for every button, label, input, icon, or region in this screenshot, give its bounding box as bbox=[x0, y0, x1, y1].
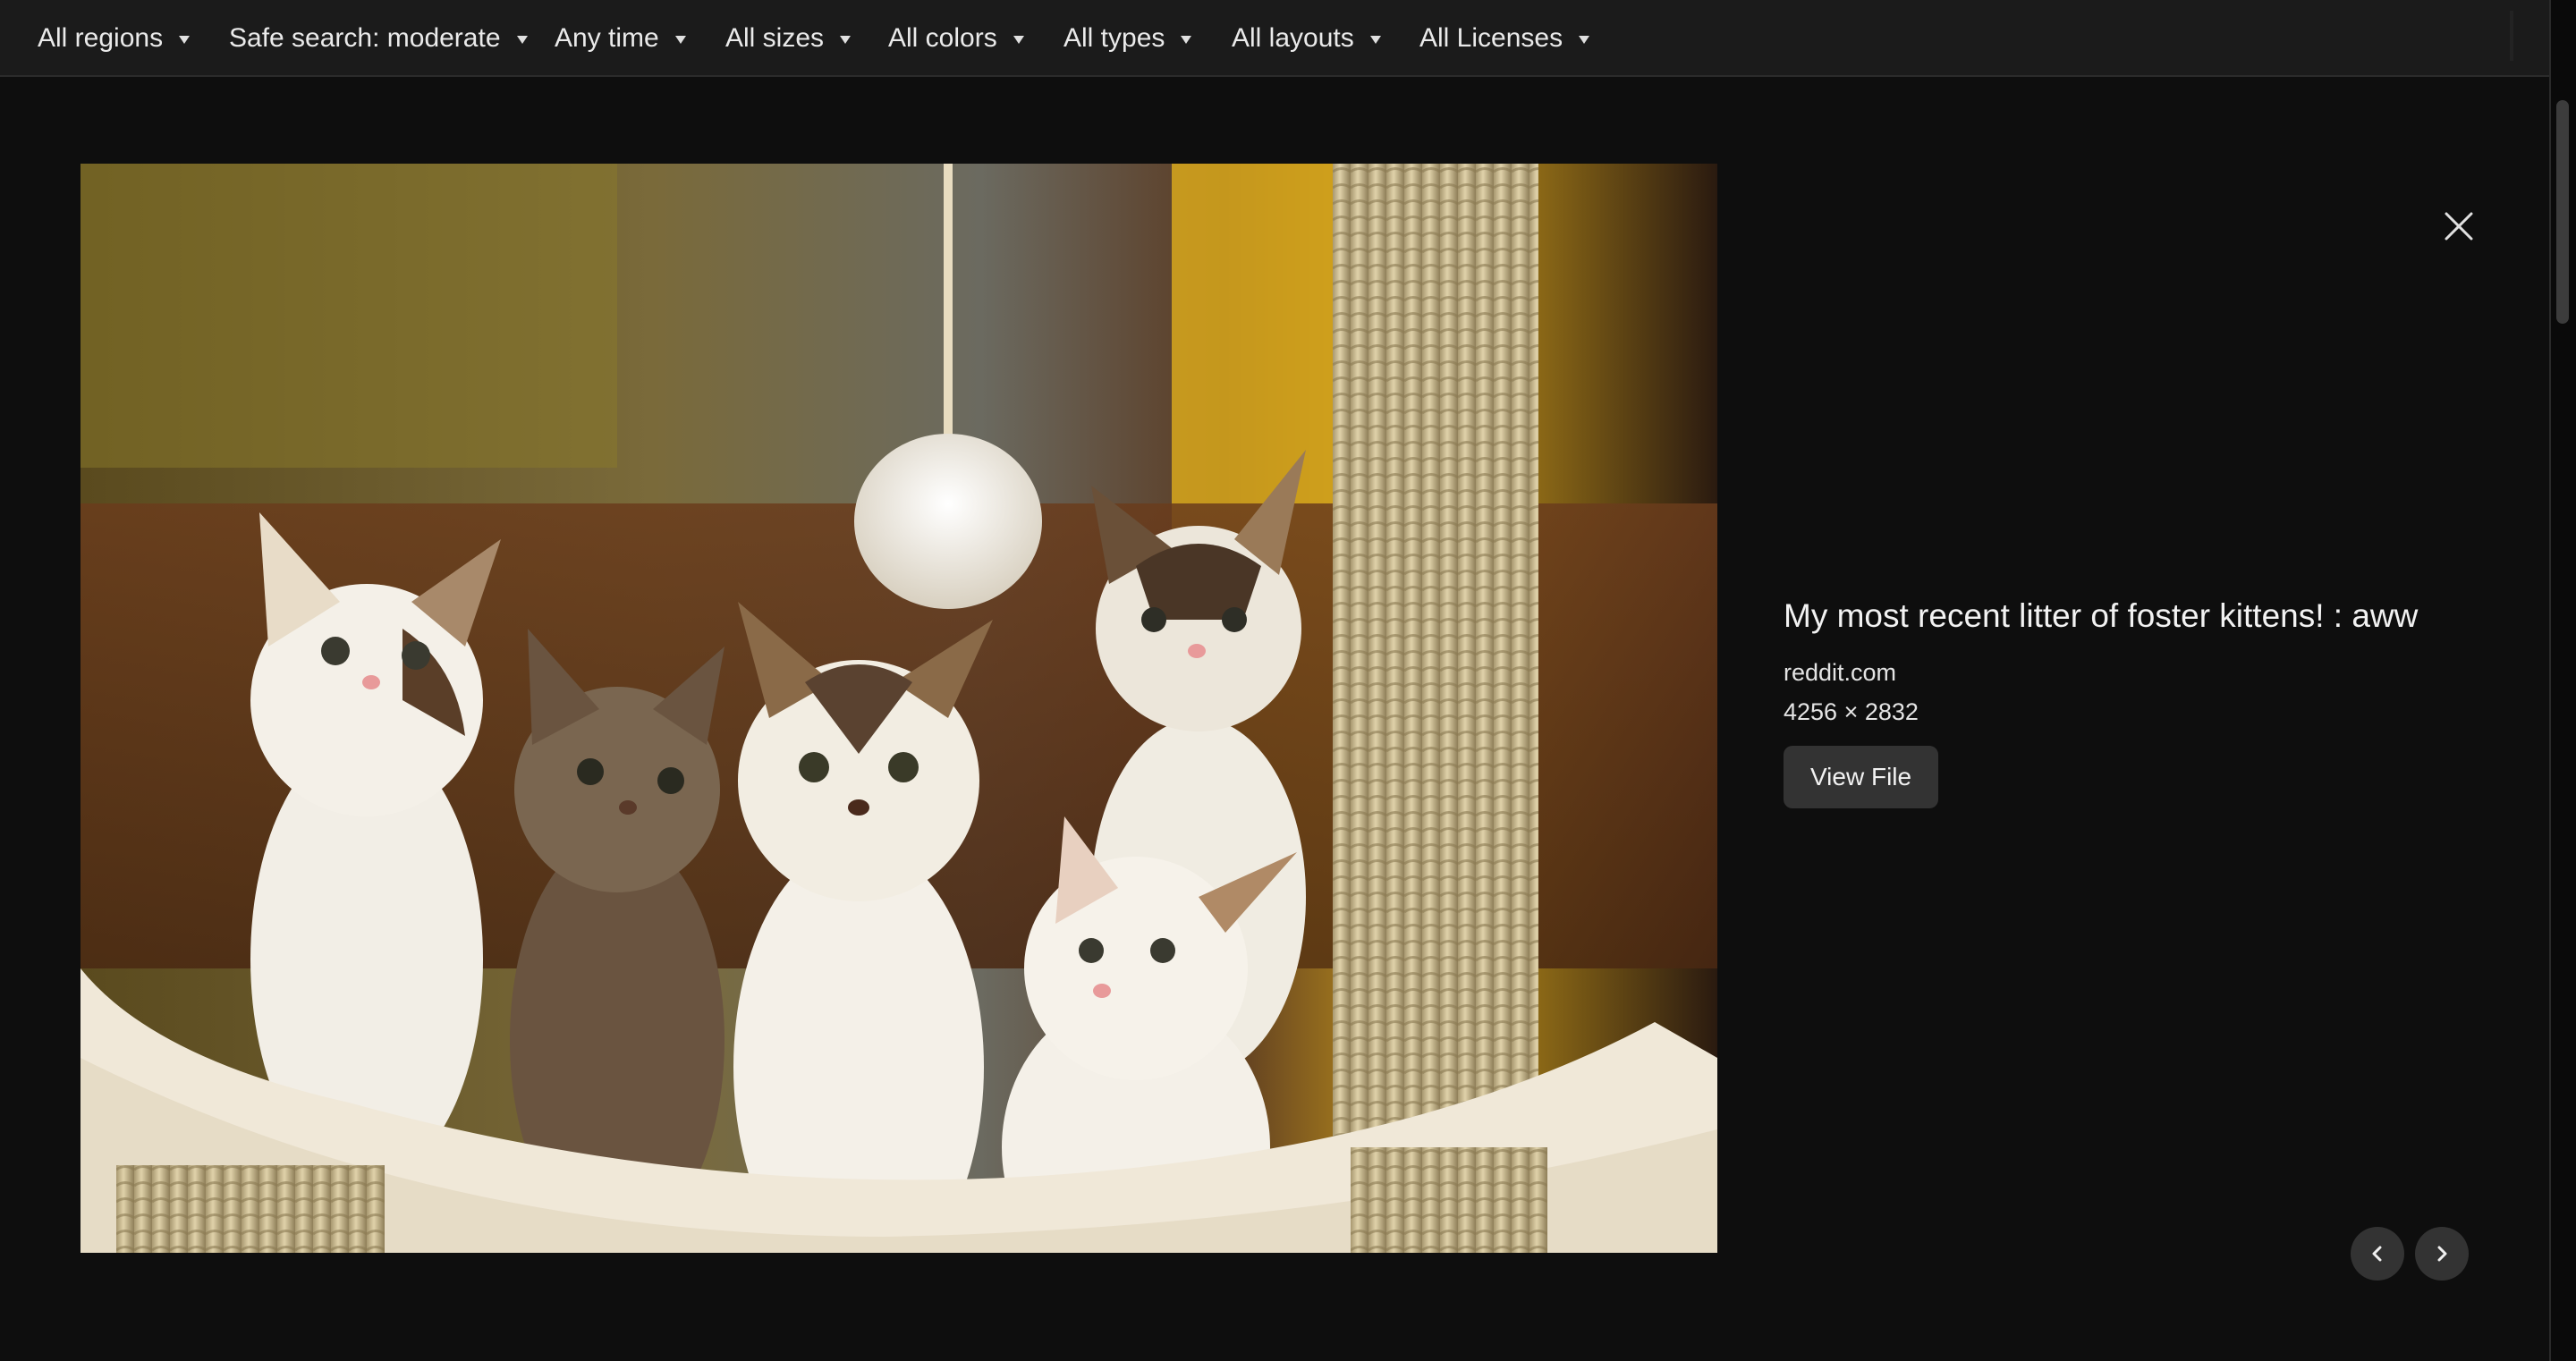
filter-label: All sizes bbox=[725, 23, 825, 53]
image-title[interactable]: My most recent litter of foster kittens!… bbox=[1784, 590, 2499, 642]
preview-image[interactable] bbox=[80, 164, 1717, 1253]
filter-licenses-dropdown[interactable]: All Licenses bbox=[1419, 0, 1590, 77]
filter-regions-dropdown[interactable]: All regions bbox=[38, 0, 191, 77]
image-source-domain[interactable]: reddit.com bbox=[1784, 655, 2499, 690]
filter-safe-search-dropdown[interactable]: Safe search: moderate bbox=[229, 0, 528, 77]
caret-down-icon bbox=[179, 35, 191, 44]
vertical-scrollbar[interactable] bbox=[2551, 0, 2576, 1361]
filter-label: All regions bbox=[38, 23, 164, 53]
filterbar-divider bbox=[2510, 11, 2513, 61]
filter-label: All Licenses bbox=[1419, 23, 1563, 53]
view-file-button[interactable]: View File bbox=[1784, 746, 1939, 808]
image-details-panel: My most recent litter of foster kittens!… bbox=[1784, 590, 2499, 808]
filter-label: All types bbox=[1063, 23, 1165, 53]
filter-colors-dropdown[interactable]: All colors bbox=[888, 0, 1024, 77]
filter-label: All layouts bbox=[1232, 23, 1354, 53]
filter-sizes-dropdown[interactable]: All sizes bbox=[725, 0, 852, 77]
caret-down-icon bbox=[1579, 35, 1590, 44]
caret-down-icon bbox=[674, 35, 686, 44]
filter-layouts-dropdown[interactable]: All layouts bbox=[1232, 0, 1381, 77]
image-dimensions: 4256 × 2832 bbox=[1784, 698, 1919, 725]
chevron-left-icon bbox=[2372, 1246, 2382, 1262]
next-image-button[interactable] bbox=[2415, 1227, 2469, 1281]
close-button[interactable] bbox=[2435, 202, 2483, 250]
chevron-right-icon bbox=[2437, 1246, 2447, 1262]
caret-down-icon bbox=[840, 35, 852, 44]
caret-down-icon bbox=[1369, 35, 1381, 44]
filter-label: All colors bbox=[888, 23, 997, 53]
previous-image-button[interactable] bbox=[2351, 1227, 2404, 1281]
caret-down-icon bbox=[516, 35, 528, 44]
filter-types-dropdown[interactable]: All types bbox=[1063, 0, 1192, 77]
filter-bar: All regions Safe search: moderate Any ti… bbox=[0, 0, 2549, 77]
scrollbar-thumb[interactable] bbox=[2556, 100, 2569, 324]
kittens-photo-illustration bbox=[80, 164, 1717, 1253]
filter-label: Safe search: moderate bbox=[229, 23, 501, 53]
filter-time-dropdown[interactable]: Any time bbox=[555, 0, 686, 77]
filter-label: Any time bbox=[555, 23, 659, 53]
caret-down-icon bbox=[1181, 35, 1192, 44]
image-viewer-window: All regions Safe search: moderate Any ti… bbox=[0, 0, 2551, 1361]
caret-down-icon bbox=[1013, 35, 1024, 44]
close-icon bbox=[2445, 212, 2473, 241]
